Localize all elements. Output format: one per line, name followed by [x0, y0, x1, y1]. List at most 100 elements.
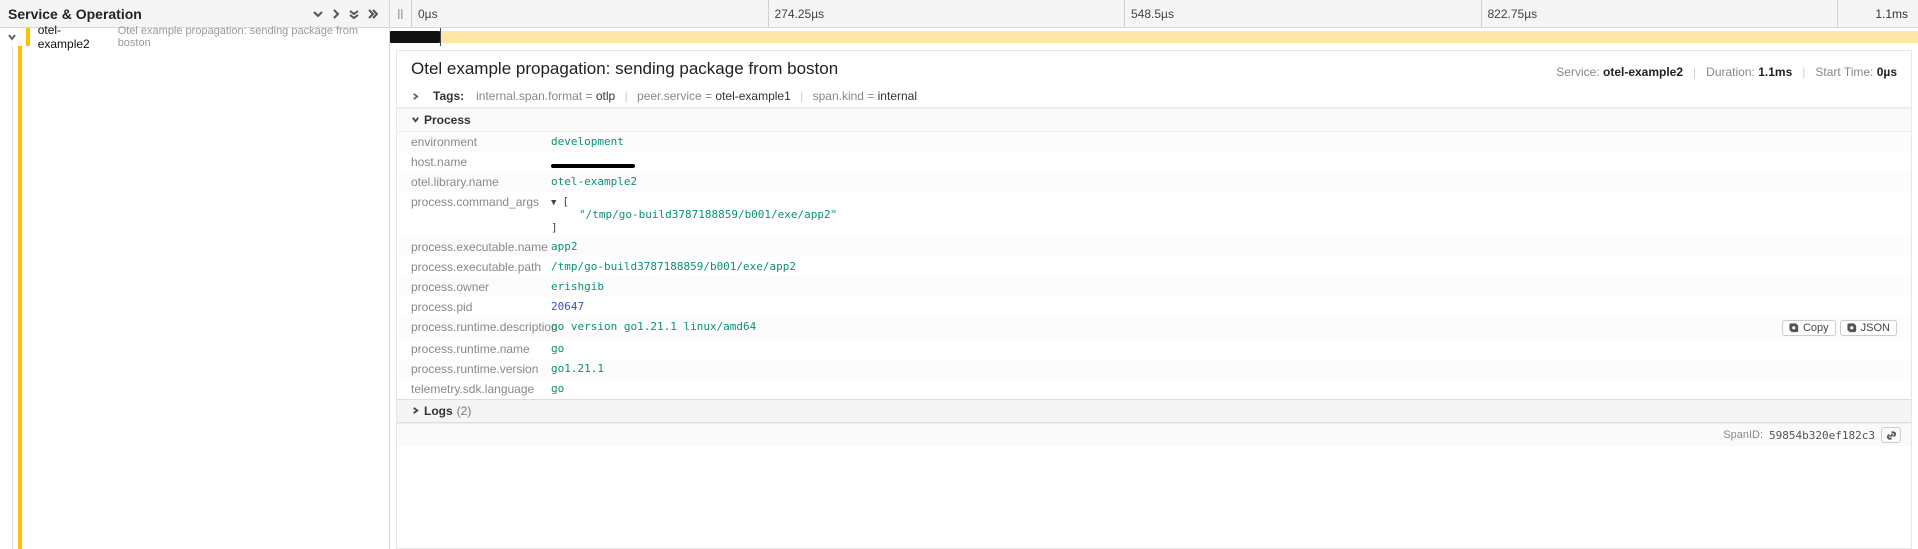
time-tick-0-label: 0µs — [418, 7, 438, 21]
process-key: process.command_args — [411, 195, 551, 209]
process-key: process.owner — [411, 280, 551, 294]
meta-sep-2: | — [1802, 65, 1805, 79]
logs-count: (2) — [457, 404, 472, 418]
process-value: go — [551, 342, 564, 355]
process-row: host.name — [397, 152, 1911, 172]
process-row: process.command_args▼["/tmp/go-build3787… — [397, 192, 1911, 237]
tags-caret-icon[interactable] — [411, 92, 421, 101]
detail-meta: Service: otel-example2 | Duration: 1.1ms… — [1556, 65, 1897, 79]
detail-title-row: Otel example propagation: sending packag… — [397, 51, 1911, 85]
tree-header-title: Service & Operation — [8, 6, 309, 22]
process-table: environmentdevelopmenthost.nameotel.libr… — [397, 132, 1911, 399]
time-tick-1: 274.25µs — [769, 0, 1126, 27]
process-value: development — [551, 135, 624, 148]
process-key: process.pid — [411, 300, 551, 314]
tree-gutter — [0, 46, 390, 549]
logs-section-header[interactable]: Logs (2) — [397, 399, 1911, 423]
process-value: 20647 — [551, 300, 584, 313]
process-section-label: Process — [424, 113, 471, 127]
detail-area: Otel example propagation: sending packag… — [0, 46, 1918, 549]
time-tick-3-label: 822.75µs — [1488, 7, 1538, 21]
process-section-header[interactable]: Process — [397, 108, 1911, 132]
process-value: erishgib — [551, 280, 604, 293]
tree-service-color-line — [18, 46, 22, 549]
process-value: otel-example2 — [551, 175, 637, 188]
process-row: process.executable.nameapp2 — [397, 237, 1911, 257]
process-value: go1.21.1 — [551, 362, 604, 375]
tag-kv: span.kind = internal — [813, 89, 917, 103]
process-row: process.pid20647 — [397, 297, 1911, 317]
tag-kv: internal.span.format = otlp — [476, 89, 615, 103]
time-tick-0: 0µs — [412, 0, 769, 27]
process-value: app2 — [551, 240, 578, 253]
process-value: /tmp/go-build3787188859/b001/exe/app2 — [551, 260, 796, 273]
redacted-value — [551, 164, 635, 168]
span-timeline-bg — [390, 31, 1918, 43]
span-timeline[interactable] — [390, 28, 1918, 46]
process-key: telemetry.sdk.language — [411, 382, 551, 396]
process-row: process.runtime.descriptiongo version go… — [397, 317, 1911, 339]
tags-row[interactable]: Tags: internal.span.format = otlp | peer… — [397, 85, 1911, 108]
spanid-value: 59854b320ef182c3 — [1769, 429, 1875, 442]
time-tick-2-label: 548.5µs — [1131, 7, 1174, 21]
time-tick-3: 822.75µs — [1482, 0, 1839, 27]
process-key: environment — [411, 135, 551, 149]
process-caret-icon[interactable] — [411, 113, 420, 127]
tree-connector-line — [12, 46, 13, 549]
tag-kv: peer.service = otel-example1 — [637, 89, 791, 103]
copy-button[interactable]: Copy — [1782, 320, 1836, 336]
process-row: environmentdevelopment — [397, 132, 1911, 152]
expand-all-icon[interactable] — [363, 5, 381, 23]
span-end-marker — [440, 28, 441, 46]
meta-service-label: Service: — [1556, 65, 1599, 79]
collapse-all-icon[interactable] — [309, 5, 327, 23]
time-axis: 0µs 274.25µs 548.5µs 822.75µs 1.1ms — [390, 0, 1918, 27]
meta-duration-label: Duration: — [1706, 65, 1755, 79]
logs-label: Logs — [424, 404, 453, 418]
process-row: process.ownererishgib — [397, 277, 1911, 297]
process-key: process.runtime.description — [411, 320, 551, 334]
span-detail-panel: Otel example propagation: sending packag… — [390, 46, 1918, 549]
time-total-label: 1.1ms — [1875, 7, 1908, 21]
header-row: Service & Operation 0µs 274.25µs 548.5µs… — [0, 0, 1918, 28]
meta-service-value: otel-example2 — [1603, 65, 1683, 79]
process-row: telemetry.sdk.languagego — [397, 379, 1911, 399]
tags-label: Tags: — [433, 89, 464, 103]
process-value: go — [551, 382, 564, 395]
process-row-actions: CopyJSON — [1782, 320, 1897, 336]
json-button[interactable]: JSON — [1840, 320, 1897, 336]
meta-sep-1: | — [1693, 65, 1696, 79]
process-key: otel.library.name — [411, 175, 551, 189]
span-service-color — [26, 28, 30, 46]
time-total: 1.1ms — [1838, 0, 1918, 27]
detail-title: Otel example propagation: sending packag… — [411, 59, 1556, 79]
process-row: process.runtime.namego — [397, 339, 1911, 359]
span-row-caret-icon[interactable] — [6, 32, 18, 42]
process-value: ▼["/tmp/go-build3787188859/b001/exe/app2… — [551, 195, 837, 234]
tags-items: internal.span.format = otlp | peer.servi… — [476, 89, 917, 103]
deep-link-button[interactable] — [1881, 427, 1901, 443]
time-tick-2: 548.5µs — [1125, 0, 1482, 27]
expand-next-icon[interactable] — [327, 5, 345, 23]
meta-duration-value: 1.1ms — [1758, 65, 1792, 79]
process-value — [551, 155, 635, 168]
process-row: process.runtime.versiongo1.21.1 — [397, 359, 1911, 379]
span-duration-bar — [390, 31, 440, 43]
meta-start-label: Start Time: — [1815, 65, 1873, 79]
detail-footer: SpanID: 59854b320ef182c3 — [397, 423, 1911, 446]
span-row-label[interactable]: otel-example2 Otel example propagation: … — [0, 28, 390, 46]
process-key: process.runtime.name — [411, 342, 551, 356]
process-row: otel.library.nameotel-example2 — [397, 172, 1911, 192]
process-key: process.executable.name — [411, 240, 551, 254]
process-key: process.runtime.version — [411, 362, 551, 376]
meta-start-value: 0µs — [1877, 65, 1897, 79]
logs-caret-icon[interactable] — [411, 404, 420, 418]
process-key: process.executable.path — [411, 260, 551, 274]
collapse-children-icon[interactable] — [345, 5, 363, 23]
process-key: host.name — [411, 155, 551, 169]
time-tick-1-label: 274.25µs — [775, 7, 825, 21]
span-row[interactable]: otel-example2 Otel example propagation: … — [0, 28, 1918, 46]
spanid-label: SpanID: — [1723, 429, 1763, 441]
timeline-drag-handle[interactable] — [390, 0, 412, 27]
process-row: process.executable.path/tmp/go-build3787… — [397, 257, 1911, 277]
